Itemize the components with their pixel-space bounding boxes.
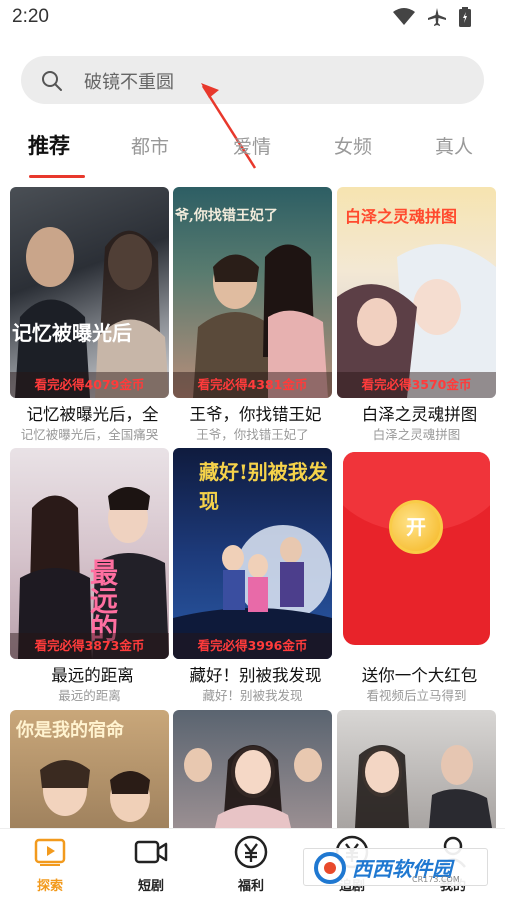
watermark-logo-icon bbox=[314, 852, 346, 884]
red-packet-cover: 开 bbox=[337, 448, 496, 659]
airplane-icon bbox=[428, 8, 446, 26]
drama-subtitle: 白泽之灵魂拼图 bbox=[372, 427, 461, 442]
cover-title-text: 记忆被曝光后 bbox=[12, 321, 132, 345]
watermark-url: CR173.COM bbox=[412, 875, 460, 884]
drama-title: 白泽之灵魂拼图 bbox=[361, 405, 478, 424]
coin-reward-badge: 看完必得4079金币 bbox=[10, 372, 169, 398]
drama-cover bbox=[173, 710, 332, 828]
nav-label: 福利 bbox=[237, 879, 264, 894]
drama-title: 记忆被曝光后，全 bbox=[26, 405, 159, 424]
drama-title: 藏好！别被我发现 bbox=[189, 666, 322, 685]
drama-cover: 你是我的宿命 bbox=[10, 710, 169, 828]
drama-subtitle: 最远的距离 bbox=[58, 688, 121, 703]
drama-cover: 白泽之灵魂拼图 看完必得3570金币 bbox=[337, 187, 496, 398]
search-text: 破镜不重圆 bbox=[84, 72, 174, 93]
drama-subtitle: 王爷，你找错王妃了 bbox=[196, 427, 309, 442]
cover-title-text: 藏好!别被我发现 bbox=[199, 460, 328, 513]
drama-cover: 爷,你找错王妃了 看完必得4381金币 bbox=[173, 187, 332, 398]
video-camera-icon bbox=[134, 840, 168, 864]
nav-label: 短剧 bbox=[137, 879, 164, 894]
search-icon bbox=[42, 71, 62, 91]
status-time: 2:20 bbox=[12, 6, 49, 27]
cover-illustration bbox=[355, 745, 492, 828]
red-packet-title: 送你一个大红包 bbox=[361, 666, 478, 685]
red-envelope-icon: 开 bbox=[343, 452, 490, 645]
category-tabs: 推荐 都市 爱情 女频 真人 bbox=[0, 128, 505, 178]
tab-live-action[interactable]: 真人 bbox=[435, 132, 473, 159]
play-square-icon bbox=[34, 838, 66, 866]
drama-subtitle: 藏好！别被我发现 bbox=[202, 688, 303, 703]
drama-cover bbox=[337, 710, 496, 828]
nav-label: 探索 bbox=[36, 879, 63, 894]
status-icons bbox=[393, 7, 471, 27]
tab-indicator bbox=[29, 175, 85, 178]
drama-title: 王爷，你找错王妃 bbox=[189, 405, 322, 424]
tab-female[interactable]: 女频 bbox=[334, 132, 372, 159]
nav-short-drama[interactable]: 短剧 bbox=[116, 835, 186, 894]
drama-title: 最远的距离 bbox=[51, 666, 134, 685]
nav-explore[interactable]: 探索 bbox=[15, 835, 85, 894]
coin-reward-badge: 看完必得4381金币 bbox=[173, 372, 332, 398]
status-bar: 2:20 bbox=[0, 0, 505, 36]
drama-cover: 记忆被曝光后 看完必得4079金币 bbox=[10, 187, 169, 398]
tab-love[interactable]: 爱情 bbox=[233, 132, 271, 159]
cover-title-text: 最远的 bbox=[86, 558, 119, 642]
yuan-coin-icon bbox=[234, 835, 268, 869]
tab-recommend[interactable]: 推荐 bbox=[28, 130, 70, 160]
battery-icon bbox=[459, 7, 471, 27]
tab-city[interactable]: 都市 bbox=[131, 132, 169, 159]
open-coin-button[interactable]: 开 bbox=[389, 500, 443, 554]
coin-reward-badge: 看完必得3873金币 bbox=[10, 633, 169, 659]
cover-illustration bbox=[15, 227, 169, 398]
drama-cover: 藏好!别被我发现 看完必得3996金币 bbox=[173, 448, 332, 659]
nav-welfare[interactable]: 福利 bbox=[216, 835, 286, 894]
coin-reward-badge: 看完必得3570金币 bbox=[337, 372, 496, 398]
cover-illustration bbox=[184, 745, 322, 828]
coin-reward-badge: 看完必得3996金币 bbox=[173, 633, 332, 659]
site-watermark: 西西软件园 CR173.COM bbox=[303, 848, 488, 886]
red-packet-subtitle: 看视频后立马得到 bbox=[366, 688, 467, 703]
cover-title-text: 白泽之灵魂拼图 bbox=[345, 207, 458, 226]
drama-subtitle: 记忆被曝光后，全国痛哭 bbox=[20, 427, 159, 442]
wifi-icon bbox=[393, 8, 415, 25]
drama-cover: 最远的 看完必得3873金币 bbox=[10, 448, 169, 659]
cover-title-text: 爷,你找错王妃了 bbox=[175, 208, 278, 224]
cover-title-text: 你是我的宿命 bbox=[16, 720, 124, 741]
